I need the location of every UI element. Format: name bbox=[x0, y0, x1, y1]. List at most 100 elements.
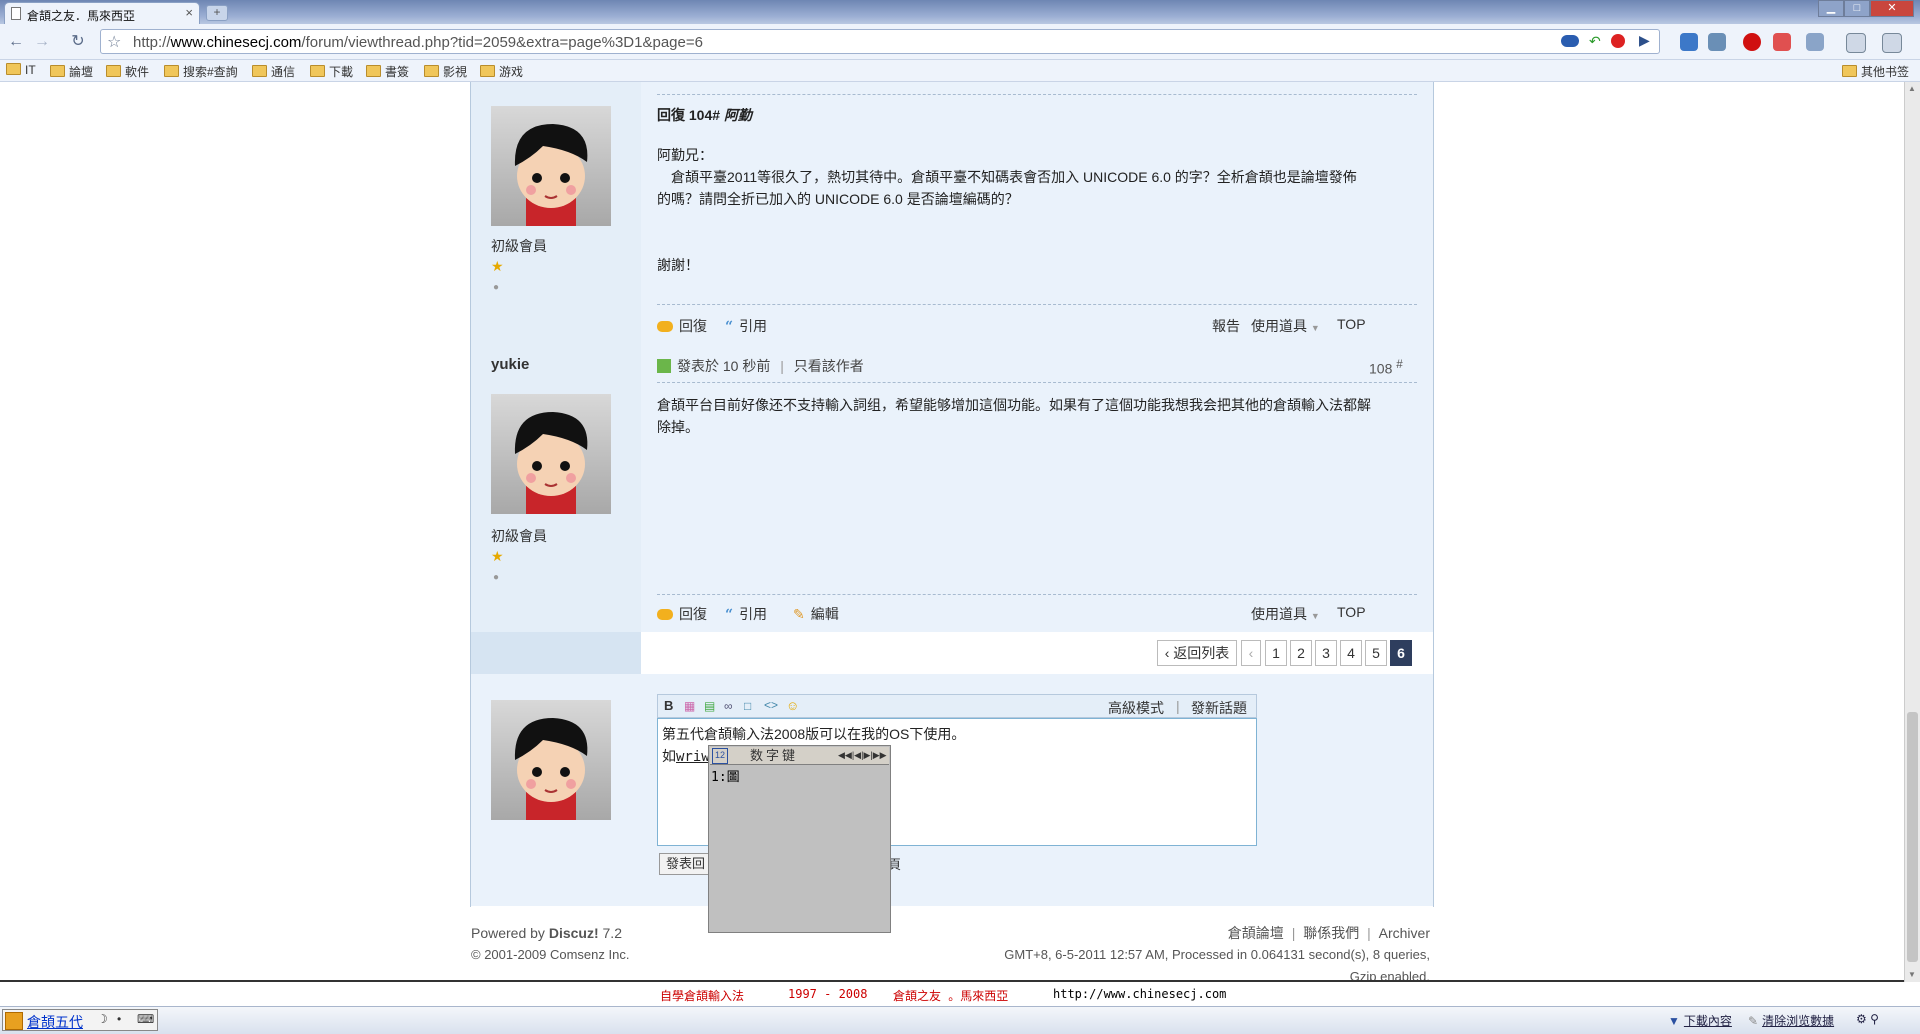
image-icon[interactable]: ▤ bbox=[704, 699, 715, 713]
ime-status-bar[interactable]: 倉頡五代 ☽ • ⌨ bbox=[2, 1009, 158, 1031]
reply-button[interactable]: 回復 bbox=[657, 316, 707, 336]
minimize-button[interactable]: ▁ bbox=[1818, 0, 1844, 17]
extension-icon[interactable] bbox=[1680, 33, 1698, 51]
wrench-menu-icon[interactable] bbox=[1882, 33, 1902, 53]
only-author-link[interactable]: 只看該作者 bbox=[794, 358, 864, 374]
bookmark-folder[interactable]: 論壇 bbox=[50, 63, 93, 80]
quote-button[interactable]: “引用 bbox=[725, 604, 767, 624]
folder-icon bbox=[50, 65, 65, 77]
bookmark-folder[interactable]: 軟件 bbox=[106, 63, 149, 80]
footer-link-forum[interactable]: 倉頡論壇 bbox=[1228, 925, 1284, 941]
discuz-link[interactable]: Discuz! bbox=[549, 925, 599, 941]
new-topic-link[interactable]: 發新話題 bbox=[1191, 698, 1247, 718]
banner-url[interactable]: http://www.chinesecj.com bbox=[1053, 987, 1226, 1001]
scroll-down-icon[interactable]: ▼ bbox=[1908, 970, 1916, 979]
keyboard-icon[interactable]: ⌨ bbox=[137, 1012, 154, 1026]
scrollbar-thumb[interactable] bbox=[1907, 712, 1918, 962]
author-name[interactable]: yukie bbox=[491, 356, 529, 373]
reply-to-user[interactable]: 阿勤 bbox=[724, 107, 752, 123]
footer-link-contact[interactable]: 聯係我們 bbox=[1303, 925, 1359, 941]
tools-menu[interactable]: 使用道具 ▼ bbox=[1251, 604, 1320, 624]
ime-composition: wriw bbox=[676, 749, 710, 765]
folder-icon bbox=[252, 65, 267, 77]
page-link-5[interactable]: 5 bbox=[1365, 640, 1387, 666]
footer-link-archiver[interactable]: Archiver bbox=[1379, 925, 1430, 941]
bookmark-folder[interactable]: 通信 bbox=[252, 63, 295, 80]
scroll-up-icon[interactable]: ▲ bbox=[1908, 84, 1916, 93]
page-link-2[interactable]: 2 bbox=[1290, 640, 1312, 666]
bookmark-folder[interactable]: 搜索#查詢 bbox=[164, 63, 238, 80]
address-bar[interactable]: ☆ http://www.chinesecj.com/forum/viewthr… bbox=[100, 29, 1660, 54]
bold-icon[interactable]: B bbox=[664, 698, 673, 713]
moon-icon[interactable]: ☽ bbox=[97, 1012, 108, 1026]
punctuation-icon[interactable]: • bbox=[117, 1012, 121, 1026]
ime-title: 数字键 bbox=[750, 748, 799, 763]
extension-icon[interactable] bbox=[1708, 33, 1726, 51]
bookmark-folder[interactable]: 游戏 bbox=[480, 63, 523, 80]
page-menu-icon[interactable] bbox=[1846, 33, 1866, 53]
editor-line: 第五代倉頡輸入法2008版可以在我的OS下使用。 bbox=[662, 726, 966, 742]
page-link-4[interactable]: 4 bbox=[1340, 640, 1362, 666]
code-icon[interactable]: <> bbox=[764, 698, 778, 712]
online-status-icon bbox=[657, 359, 671, 373]
zoom-icon[interactable]: ⚙ ⚲ bbox=[1856, 1012, 1879, 1026]
folder-icon bbox=[310, 65, 325, 77]
top-link[interactable]: TOP bbox=[1337, 316, 1366, 332]
avatar[interactable] bbox=[491, 394, 611, 514]
bookmark-folder[interactable]: IT bbox=[6, 63, 36, 77]
speech-bubble-icon bbox=[657, 609, 673, 620]
ime-name[interactable]: 倉頡五代 bbox=[27, 1012, 83, 1032]
clear-data-button[interactable]: ✎ 清除浏览數據 bbox=[1748, 1012, 1834, 1029]
back-to-list-button[interactable]: ‹ 返回列表 bbox=[1157, 640, 1237, 666]
edit-button[interactable]: ✎ 編輯 bbox=[793, 604, 839, 624]
close-window-button[interactable]: ✕ bbox=[1870, 0, 1914, 17]
quote-icon[interactable]: □ bbox=[744, 699, 751, 713]
ime-nav-buttons[interactable]: ◀◀|◀|▶|▶▶ bbox=[838, 747, 887, 764]
current-page[interactable]: 6 bbox=[1390, 640, 1412, 666]
quote-button[interactable]: “引用 bbox=[725, 316, 767, 336]
page-link-3[interactable]: 3 bbox=[1315, 640, 1337, 666]
back-arrow-icon[interactable]: ← bbox=[6, 32, 26, 52]
avatar[interactable] bbox=[491, 106, 611, 226]
bookmark-folder[interactable]: 下載 bbox=[310, 63, 353, 80]
bookmark-folder[interactable]: 書簽 bbox=[366, 63, 409, 80]
extension-icon[interactable] bbox=[1561, 35, 1579, 47]
ime-candidate-window[interactable]: 12 数字键 ◀◀|◀|▶|▶▶ 1:圖 bbox=[708, 745, 891, 933]
browser-tab[interactable]: 倉頡之友．馬來西亞 × bbox=[4, 2, 200, 24]
play-icon[interactable]: ▶ bbox=[1639, 32, 1650, 49]
page-icon bbox=[11, 7, 21, 20]
other-bookmarks[interactable]: 其他书签 bbox=[1842, 63, 1909, 80]
url-text[interactable]: http://www.chinesecj.com/forum/viewthrea… bbox=[133, 34, 703, 51]
downloads-button[interactable]: ▼ 下載內容 bbox=[1668, 1012, 1732, 1029]
bookmarks-bar: IT 論壇 軟件 搜索#查詢 通信 下載 書簽 影視 游戏 其他书签 bbox=[0, 60, 1920, 82]
folder-icon bbox=[480, 65, 495, 77]
extension-icon[interactable] bbox=[1806, 33, 1824, 51]
prev-page-button[interactable]: ‹ bbox=[1241, 640, 1261, 666]
tab-close-icon[interactable]: × bbox=[185, 5, 193, 20]
tab-title: 倉頡之友．馬來西亞 bbox=[27, 9, 136, 23]
page-link-1[interactable]: 1 bbox=[1265, 640, 1287, 666]
bookmark-folder[interactable]: 影視 bbox=[424, 63, 467, 80]
extension-icon[interactable] bbox=[1743, 33, 1761, 51]
stop-extension-icon[interactable] bbox=[1611, 34, 1625, 48]
medal-icon: ● bbox=[493, 572, 500, 583]
vertical-scrollbar[interactable]: ▲ ▼ bbox=[1904, 82, 1920, 982]
forward-arrow-icon[interactable]: → bbox=[32, 32, 52, 52]
maximize-button[interactable]: □ bbox=[1844, 0, 1870, 17]
color-icon[interactable]: ▦ bbox=[684, 699, 695, 713]
top-link[interactable]: TOP bbox=[1337, 604, 1366, 620]
tools-menu[interactable]: 使用道具 ▼ bbox=[1251, 316, 1320, 336]
new-tab-button[interactable]: + bbox=[206, 5, 228, 21]
bookmark-star-icon[interactable]: ☆ bbox=[107, 32, 121, 52]
undo-extension-icon[interactable]: ↶ bbox=[1589, 33, 1601, 50]
extension-icon[interactable] bbox=[1773, 33, 1791, 51]
smiley-icon[interactable]: ☺ bbox=[786, 698, 799, 713]
submit-reply-button[interactable]: 發表回 bbox=[659, 853, 713, 875]
ime-candidate[interactable]: 1:圖 bbox=[711, 766, 740, 785]
reload-icon[interactable]: ↻ bbox=[68, 32, 88, 52]
link-icon[interactable]: ∞ bbox=[724, 699, 733, 713]
post-meta: 發表於 10 秒前 | 只看該作者 bbox=[657, 356, 864, 376]
reply-button[interactable]: 回復 bbox=[657, 604, 707, 624]
advanced-mode-link[interactable]: 高級模式 bbox=[1108, 698, 1164, 718]
report-link[interactable]: 報告 bbox=[1212, 316, 1240, 336]
